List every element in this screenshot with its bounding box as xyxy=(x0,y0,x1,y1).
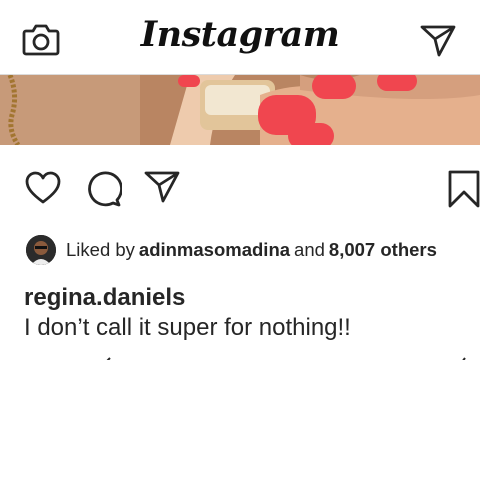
caption-username[interactable]: regina.daniels xyxy=(24,284,185,312)
app-logo: Instagram xyxy=(140,14,340,55)
avatar[interactable] xyxy=(26,235,56,265)
heart-icon[interactable] xyxy=(24,170,62,211)
likes-others-count[interactable]: 8,007 others xyxy=(329,239,437,261)
bookmark-icon[interactable] xyxy=(447,170,480,213)
paper-plane-icon[interactable] xyxy=(420,24,456,63)
likes-prefix: Liked by xyxy=(66,239,135,260)
comment-icon[interactable] xyxy=(84,170,123,213)
caption-text: I don’t call it super for nothing!! xyxy=(24,314,351,341)
likes-joiner: and xyxy=(294,239,325,260)
post-image[interactable] xyxy=(0,75,480,145)
liked-by-username[interactable]: adinmasomadina xyxy=(139,239,290,261)
truncated-caption-line xyxy=(0,350,480,360)
post-actions xyxy=(0,170,480,210)
paper-plane-icon[interactable] xyxy=(144,170,180,209)
top-bar: Instagram xyxy=(0,0,480,75)
likes-summary[interactable]: Liked by adinmasomadina and 8,007 others xyxy=(26,234,437,266)
